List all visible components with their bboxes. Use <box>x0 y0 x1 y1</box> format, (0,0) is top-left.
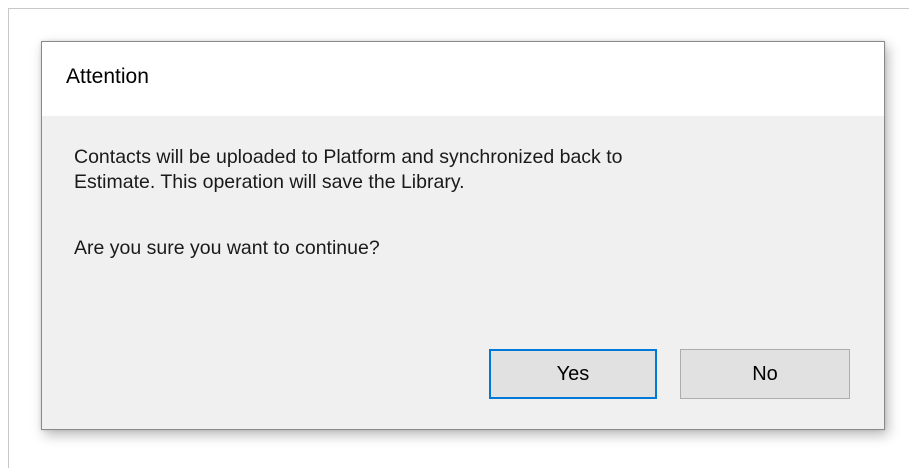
dialog-question: Are you sure you want to continue? <box>74 237 380 259</box>
no-button[interactable]: No <box>680 349 850 399</box>
confirmation-dialog: Attention Contacts will be uploaded to P… <box>41 41 885 430</box>
dialog-message-line-2: Estimate. This operation will save the L… <box>74 171 465 193</box>
dialog-message: Contacts will be uploaded to Platform an… <box>74 145 864 195</box>
dialog-message-line-1: Contacts will be uploaded to Platform an… <box>74 146 623 168</box>
dialog-titlebar[interactable]: Attention <box>42 42 884 116</box>
yes-button[interactable]: Yes <box>489 349 657 399</box>
dialog-title: Attention <box>66 65 149 88</box>
